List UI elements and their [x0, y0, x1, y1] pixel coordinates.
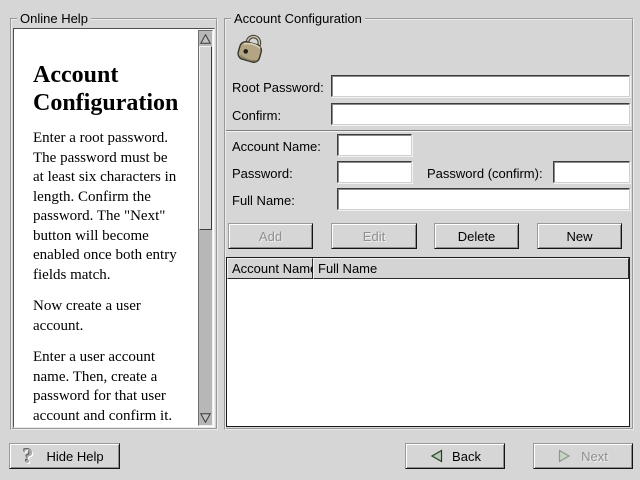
- password-label: Password:: [232, 166, 293, 182]
- full-name-input[interactable]: [337, 188, 630, 210]
- password-input[interactable]: [337, 161, 412, 183]
- account-name-label: Account Name:: [232, 139, 321, 155]
- accounts-table-header: Account Name Full Name: [227, 258, 629, 279]
- next-label: Next: [581, 449, 608, 464]
- help-paragraph: Enter a root password. The password must…: [33, 129, 205, 285]
- section-separator: [226, 130, 632, 132]
- lock-icon: [230, 27, 270, 67]
- next-button[interactable]: Next: [533, 443, 633, 469]
- account-config-frame-label: Account Configuration: [231, 11, 365, 27]
- scroll-down-button[interactable]: [199, 410, 212, 425]
- back-arrow-icon: [429, 449, 443, 463]
- help-paragraph: Enter a user account name. Then, create …: [33, 348, 205, 428]
- help-viewport: Account Configuration Enter a root passw…: [13, 28, 215, 428]
- add-button[interactable]: Add: [228, 223, 313, 249]
- down-arrow-icon: [200, 413, 211, 423]
- help-title: Account Configuration: [33, 61, 205, 117]
- full-name-label: Full Name:: [232, 193, 295, 209]
- help-scrollbar[interactable]: [198, 30, 213, 426]
- column-header-full-name[interactable]: Full Name: [313, 258, 629, 279]
- installer-window: { "colors": { "background": "#d6d6d6", "…: [0, 0, 640, 480]
- new-button[interactable]: New: [537, 223, 622, 249]
- back-label: Back: [452, 449, 481, 464]
- password-confirm-input[interactable]: [553, 161, 630, 183]
- hide-help-label: Hide Help: [47, 449, 104, 464]
- column-header-account-name[interactable]: Account Name: [227, 258, 313, 279]
- question-mark-icon: ?: [23, 446, 34, 466]
- scrollbar-thumb[interactable]: [199, 46, 212, 230]
- delete-button[interactable]: Delete: [434, 223, 519, 249]
- account-name-input[interactable]: [337, 134, 412, 156]
- confirm-input[interactable]: [331, 103, 630, 125]
- root-password-input[interactable]: [331, 75, 630, 97]
- back-button[interactable]: Back: [405, 443, 505, 469]
- help-content: Account Configuration Enter a root passw…: [33, 61, 205, 428]
- scroll-up-button[interactable]: [199, 31, 212, 46]
- root-password-label: Root Password:: [232, 80, 324, 96]
- edit-button[interactable]: Edit: [331, 223, 417, 249]
- help-paragraph: Now create a user account.: [33, 297, 205, 336]
- up-arrow-icon: [200, 34, 211, 44]
- password-confirm-label: Password (confirm):: [427, 166, 543, 182]
- online-help-frame-label: Online Help: [17, 11, 91, 27]
- next-arrow-icon: [558, 449, 572, 463]
- confirm-label: Confirm:: [232, 108, 281, 124]
- accounts-table: Account Name Full Name: [226, 257, 630, 427]
- hide-help-button[interactable]: ? Hide Help: [9, 443, 120, 469]
